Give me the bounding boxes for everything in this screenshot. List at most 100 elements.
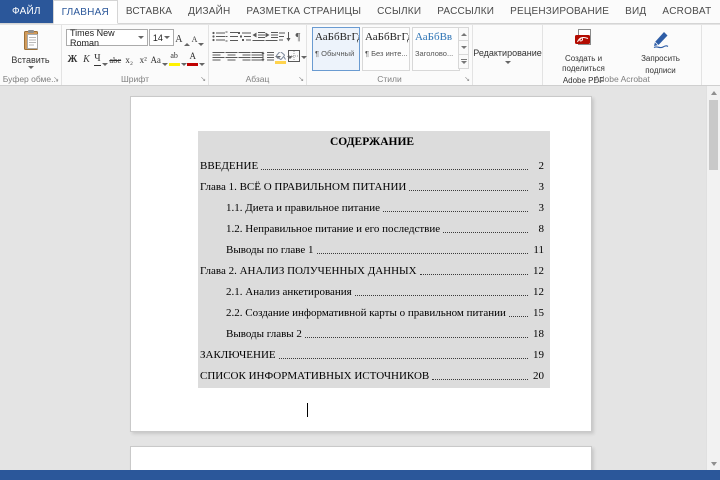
toc-entry[interactable]: Выводы по главе 1 11: [200, 237, 544, 258]
style-preview: АаБбВв: [415, 31, 453, 43]
paste-button[interactable]: Вставить: [7, 29, 55, 69]
editing-label: Редактирование: [473, 48, 542, 58]
scroll-up-button[interactable]: [707, 86, 720, 99]
show-marks-button[interactable]: ¶: [292, 30, 304, 45]
pilcrow-icon: ¶: [295, 31, 301, 43]
ribbon-tab[interactable]: ВИД: [617, 0, 654, 23]
bullets-button[interactable]: [212, 30, 225, 45]
toc-entry-page-number: 19: [533, 349, 544, 361]
ribbon-tab[interactable]: РАЗМЕТКА СТРАНИЦЫ: [238, 0, 369, 23]
dot-leader: [508, 316, 528, 317]
dot-leader: [383, 211, 528, 212]
subscript-button[interactable]: x₂: [123, 50, 136, 66]
clipboard-dialog-launcher-icon[interactable]: ↘: [53, 76, 59, 84]
grow-font-button[interactable]: А: [175, 30, 190, 46]
document-page-1[interactable]: СОДЕРЖАНИЕ ВВЕДЕНИЕ 2 Глава 1. ВСЁ О ПРА…: [130, 96, 592, 432]
toc-entry-text: 2.1. Анализ анкетирования: [226, 286, 352, 298]
align-right-button[interactable]: [238, 50, 250, 65]
ribbon-tab[interactable]: ГЛАВНАЯ: [52, 0, 118, 24]
styles-dialog-launcher-icon[interactable]: ↘: [464, 76, 470, 84]
toc-entry[interactable]: ЗАКЛЮЧЕНИЕ 19: [200, 342, 544, 363]
font-color-button[interactable]: А: [187, 50, 206, 66]
down-arrow-icon: [710, 461, 717, 466]
toc-entry-page-number: 8: [538, 223, 545, 235]
sort-icon: [278, 31, 291, 45]
editing-menu-button[interactable]: Редактирование: [473, 48, 542, 64]
font-dialog-launcher-icon[interactable]: ↘: [200, 76, 206, 84]
indent-icon: [265, 31, 278, 45]
vertical-scrollbar[interactable]: [706, 86, 720, 470]
dot-leader: [354, 295, 528, 296]
toc-entry-page-number: 3: [538, 202, 545, 214]
toc-entry[interactable]: Глава 1. ВСЁ О ПРАВИЛЬНОМ ПИТАНИИ 3: [200, 174, 544, 195]
dot-leader: [409, 190, 528, 191]
styles-more-button[interactable]: [458, 55, 469, 69]
ribbon-tab[interactable]: РАССЫЛКИ: [429, 0, 502, 23]
bold-button[interactable]: Ж: [66, 50, 79, 66]
underline-dropdown-icon: [101, 62, 108, 66]
toc-entry[interactable]: 2.2. Создание информативной карты о прав…: [200, 300, 544, 321]
dot-leader: [278, 358, 528, 359]
ribbon-tab[interactable]: РЕЦЕНЗИРОВАНИЕ: [502, 0, 617, 23]
toc-entry[interactable]: Глава 2. АНАЛИЗ ПОЛУЧЕННЫХ ДАННЫХ 12: [200, 258, 544, 279]
italic-button[interactable]: К: [80, 50, 93, 66]
style-card[interactable]: АаБбВгГд ¶ Обычный: [312, 27, 360, 71]
toc-entry-text: Выводы по главе 1: [226, 244, 314, 256]
paste-label: Вставить: [11, 55, 50, 65]
toc-entry[interactable]: 2.1. Анализ анкетирования 12: [200, 279, 544, 300]
styles-scroll-down-button[interactable]: [458, 41, 469, 55]
change-case-button[interactable]: Аа: [151, 50, 168, 66]
paragraph-dialog-launcher-icon[interactable]: ↘: [298, 76, 304, 84]
borders-button[interactable]: [288, 50, 308, 65]
align-center-button[interactable]: [225, 50, 237, 65]
font-group-label: Шрифт: [121, 74, 149, 84]
multilevel-list-button[interactable]: [238, 30, 252, 45]
toc-entry[interactable]: ВВЕДЕНИЕ 2: [200, 153, 544, 174]
styles-scroll-up-button[interactable]: [458, 27, 469, 41]
ribbon-tab[interactable]: ДИЗАЙН: [180, 0, 238, 23]
ribbon-tab[interactable]: ACROBAT: [654, 0, 719, 23]
table-of-contents-field[interactable]: СОДЕРЖАНИЕ ВВЕДЕНИЕ 2 Глава 1. ВСЁ О ПРА…: [198, 131, 550, 388]
style-card[interactable]: АаБбВгГд ¶ Без инте...: [362, 27, 410, 71]
text-highlight-button[interactable]: ab: [168, 50, 187, 66]
ribbon-tab[interactable]: ССЫЛКИ: [369, 0, 429, 23]
font-size-select[interactable]: 14: [148, 29, 174, 46]
style-card[interactable]: АаБбВв Заголово...: [412, 27, 460, 71]
font-name-value: Times New Roman: [70, 27, 115, 48]
underline-button[interactable]: Ч: [94, 50, 108, 66]
toc-entry[interactable]: Выводы главы 2 18: [200, 321, 544, 342]
decrease-indent-button[interactable]: [252, 30, 265, 45]
document-page-2[interactable]: [130, 446, 592, 472]
scrollbar-thumb[interactable]: [709, 100, 718, 170]
font-size-dropdown-icon: [163, 36, 170, 39]
toc-entry-page-number: 12: [533, 286, 544, 298]
superscript-button[interactable]: x²: [137, 50, 150, 66]
sort-button[interactable]: [279, 30, 291, 45]
toc-entry[interactable]: 1.2. Неправильное питание и его последст…: [200, 216, 544, 237]
document-canvas[interactable]: СОДЕРЖАНИЕ ВВЕДЕНИЕ 2 Глава 1. ВСЁ О ПРА…: [0, 86, 720, 472]
ribbon-tabs: ФАЙЛ ГЛАВНАЯ ВСТАВКА ДИЗАЙН РАЗМЕТКА СТРАНИЦ…: [0, 0, 719, 24]
ribbon-tab-bar: ФАЙЛ ГЛАВНАЯ ВСТАВКА ДИЗАЙН РАЗМЕТКА СТРАНИЦ…: [0, 0, 720, 24]
style-name: ¶ Обычный: [315, 49, 355, 58]
strikethrough-button[interactable]: abc: [109, 50, 122, 66]
text-highlight-dropdown-icon: [180, 62, 187, 66]
dot-leader: [419, 274, 528, 275]
text-cursor: [307, 403, 308, 417]
toc-entry[interactable]: 1.1. Диета и правильное питание 3: [200, 195, 544, 216]
adobe-pdf-icon: [574, 29, 594, 52]
ribbon: Вставить Буфер обме... ↘ Times New Roman…: [0, 25, 720, 86]
font-name-select[interactable]: Times New Roman: [66, 27, 148, 48]
numbering-button[interactable]: [225, 30, 238, 45]
ribbon-tab[interactable]: ВСТАВКА: [118, 0, 180, 23]
shrink-font-button[interactable]: А: [191, 30, 205, 46]
toc-entry[interactable]: СПИСОК ИНФОРМАТИВНЫХ ИСТОЧНИКОВ 20: [200, 363, 544, 384]
outdent-icon: [252, 31, 265, 45]
ribbon-tab[interactable]: ФАЙЛ: [0, 0, 53, 23]
scroll-down-button[interactable]: [707, 457, 720, 470]
align-left-button[interactable]: [212, 50, 224, 65]
increase-indent-button[interactable]: [265, 30, 278, 45]
font-group: Times New Roman 14 А А Ж К Ч abc x₂ x² А…: [62, 25, 209, 85]
styles-group-label: Стили: [377, 74, 402, 84]
toc-entry-text: 2.2. Создание информативной карты о прав…: [226, 307, 506, 319]
align-center-icon: [225, 51, 238, 65]
